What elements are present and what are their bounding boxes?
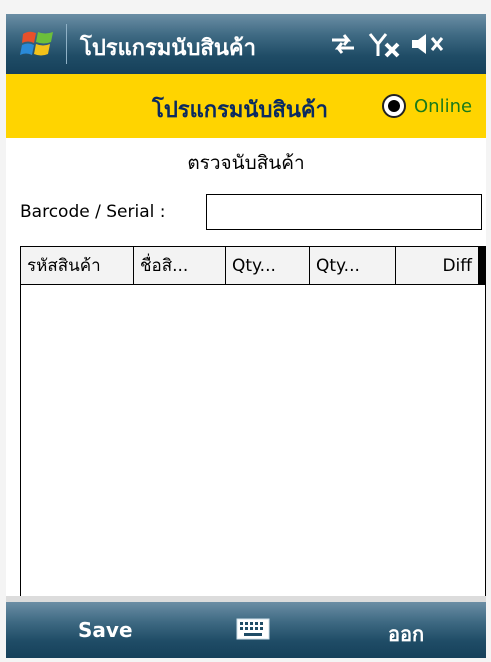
table-header: รหัสสินค้า ชื่อสิ... Qty... Qty... Diff: [21, 247, 485, 285]
speaker-muted-icon[interactable]: [410, 30, 444, 58]
barcode-label: Barcode / Serial :: [20, 202, 166, 222]
online-radio[interactable]: [382, 94, 406, 118]
count-table[interactable]: รหัสสินค้า ชื่อสิ... Qty... Qty... Diff: [20, 246, 486, 604]
save-softkey[interactable]: Save: [78, 618, 133, 642]
table-scroll-edge: [479, 247, 485, 285]
main-content: ตรวจนับสินค้า Barcode / Serial : รหัสสิน…: [6, 138, 486, 604]
status-bar-title: โปรแกรมนับสินค้า: [80, 36, 256, 61]
softkey-bar: Save ออก: [6, 602, 486, 658]
column-header-product-name[interactable]: ชื่อสิ...: [134, 247, 226, 285]
device-screen: โปรแกรมนับสินค้า โปรแกรมนับสินค้า Online…: [0, 0, 491, 662]
app-header: โปรแกรมนับสินค้า Online: [6, 74, 486, 138]
exit-softkey[interactable]: ออก: [388, 618, 424, 650]
windows-start-icon[interactable]: [20, 26, 56, 62]
section-title: ตรวจนับสินค้า: [187, 152, 305, 174]
connectivity-icon[interactable]: [328, 30, 358, 58]
column-header-product-code[interactable]: รหัสสินค้า: [21, 247, 134, 285]
online-label[interactable]: Online: [414, 96, 472, 117]
keyboard-icon[interactable]: [236, 618, 270, 640]
column-header-qty-1[interactable]: Qty...: [226, 247, 310, 285]
status-bar: โปรแกรมนับสินค้า: [6, 14, 486, 74]
column-header-qty-2[interactable]: Qty...: [310, 247, 396, 285]
barcode-input[interactable]: [206, 194, 482, 230]
title-separator: [66, 24, 67, 64]
app-title: โปรแกรมนับสินค้า: [152, 98, 328, 123]
column-header-diff[interactable]: Diff: [396, 247, 479, 285]
signal-off-icon[interactable]: [368, 30, 402, 58]
